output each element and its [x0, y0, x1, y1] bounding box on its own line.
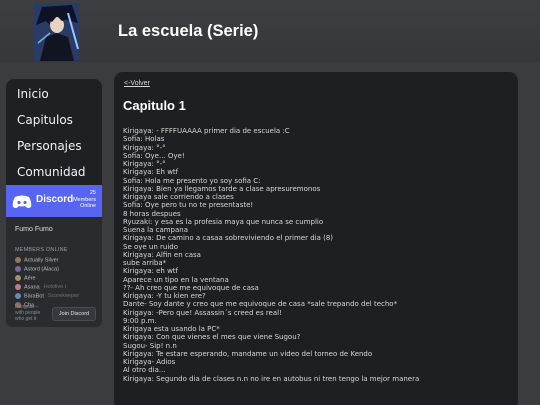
story-line: Kirigaya: -Y tu kien ere?	[123, 292, 206, 300]
story-line: sube arriba*	[123, 259, 167, 267]
members-online-heading: MEMBERS ONLINE	[15, 247, 68, 253]
discord-footer-text: Hangout with people who get it	[15, 304, 40, 322]
discord-brand: Discord	[36, 194, 74, 205]
sidebar-item-personajes[interactable]: Personajes	[6, 133, 102, 159]
story-line: Sofia: Oye pero tu no te presentaste!	[123, 201, 254, 210]
story-line: Kirigaya: Alfin en casa	[123, 250, 201, 259]
member-name: Asana	[24, 284, 40, 291]
discord-widget-header[interactable]: Discord 25 Members Online	[6, 185, 102, 217]
story-line: Se oye un ruido	[123, 242, 179, 251]
join-discord-button[interactable]: Join Discord	[52, 307, 96, 321]
story-line: Kirigaya: De camino a casaa sobreviviend…	[123, 234, 334, 243]
member-item[interactable]: BäraBot Scorekeeper	[15, 293, 79, 302]
story-line: Kirigaya: -Pero que! Assassin´s creed es…	[123, 308, 282, 317]
sidebar-item-inicio[interactable]: Inicio	[6, 81, 102, 107]
header-thumbnail-image[interactable]	[34, 3, 80, 61]
member-item[interactable]: Actually Silver	[15, 257, 59, 266]
member-item[interactable]: Aére	[15, 275, 36, 284]
story-line: ??- Ah creo que me equivoque de casa	[123, 283, 259, 292]
site-header: La escuela (Serie)	[0, 0, 540, 62]
sidebar-nav: Inicio Capitulos Personajes Comunidad	[6, 79, 102, 185]
member-name: Astord (Alaca)	[24, 266, 59, 273]
story-line: 9:00 p.m.	[123, 316, 157, 325]
chapter-title: Capitulo 1	[123, 98, 186, 113]
online-label: Online	[80, 203, 96, 209]
story-line: Kirigaya- Adios	[123, 358, 176, 366]
story-line: Kirigaya: Segundo dia de clases n.n no i…	[123, 374, 420, 383]
member-game: Hololive i	[43, 284, 66, 291]
story-line: Kirigaya: °-°	[123, 143, 166, 152]
discord-widget-body: Fumo Fumo MEMBERS ONLINE Actually Silver…	[6, 217, 102, 327]
story-line: Kirigaya: eh wtf	[123, 267, 179, 276]
avatar	[15, 284, 21, 290]
discord-logo-icon	[12, 195, 32, 208]
footer-line: who get it	[15, 316, 37, 322]
story-line: Ryuzaki: y esa es la profesia maya que n…	[123, 217, 324, 226]
story-line: Suena la campana	[123, 226, 189, 234]
sidebar-item-comunidad[interactable]: Comunidad	[6, 159, 102, 185]
chapter-story: Kirigaya: - FFFFUAAAA primer dia de escu…	[123, 127, 513, 383]
story-line: Al otro dia...	[123, 366, 166, 375]
member-item[interactable]: Astord (Alaca)	[15, 266, 59, 275]
story-line: Sugou- Sip! n.n	[123, 341, 177, 350]
story-line: 8 horas despues	[123, 209, 181, 218]
sidebar-item-capitulos[interactable]: Capitulos	[6, 107, 102, 133]
avatar	[15, 275, 21, 281]
story-line: Dante- Soy dante y creo que me equivoque…	[123, 300, 398, 309]
avatar	[15, 293, 21, 299]
back-link[interactable]: <-Volver	[124, 80, 150, 87]
story-line: Kirigaya: - FFFFUAAAA primer dia de escu…	[123, 127, 290, 135]
story-line: Kirigaya: Con que vienes el mes que vien…	[123, 333, 301, 342]
member-name: Actually Silver	[24, 257, 59, 264]
story-line: Kirigaya: Eh wtf	[123, 168, 179, 177]
member-name: BäraBot	[24, 293, 44, 300]
anime-character-art	[34, 3, 80, 61]
member-item[interactable]: Asana Hololive i	[15, 284, 66, 293]
avatar	[15, 266, 21, 272]
story-line: Kirigaya esta usando la PC*	[123, 325, 220, 333]
site-title: La escuela (Serie)	[118, 22, 259, 40]
member-game: Scorekeeper	[47, 293, 80, 300]
discord-member-count: 25 Members Online	[73, 190, 96, 210]
member-name: Aére	[24, 275, 36, 282]
discord-server-name: Fumo Fumo	[15, 226, 53, 233]
story-line: Kirigaya: Bien ya llegamos tarde a clase…	[123, 184, 321, 193]
story-line: Sofia: Hola me presento yo soy sofia C:	[123, 176, 261, 185]
sidebar: Inicio Capitulos Personajes Comunidad Di…	[6, 79, 102, 327]
story-line: Kirigaya: Te estare esperando, mandame u…	[123, 349, 373, 358]
chapter-panel: <-Volver Capitulo 1 Kirigaya: - FFFFUAAA…	[114, 72, 518, 405]
story-line: Kirigaya sale corriendo a clases	[123, 193, 234, 201]
story-line: Aparece un tipo en la ventana	[123, 275, 229, 284]
story-line: Kirigaya: °-°	[123, 160, 166, 168]
avatar	[15, 257, 21, 263]
story-line: Sofia: Holas	[123, 135, 165, 144]
story-line: Sofia: Oye... Oye!	[123, 151, 185, 160]
